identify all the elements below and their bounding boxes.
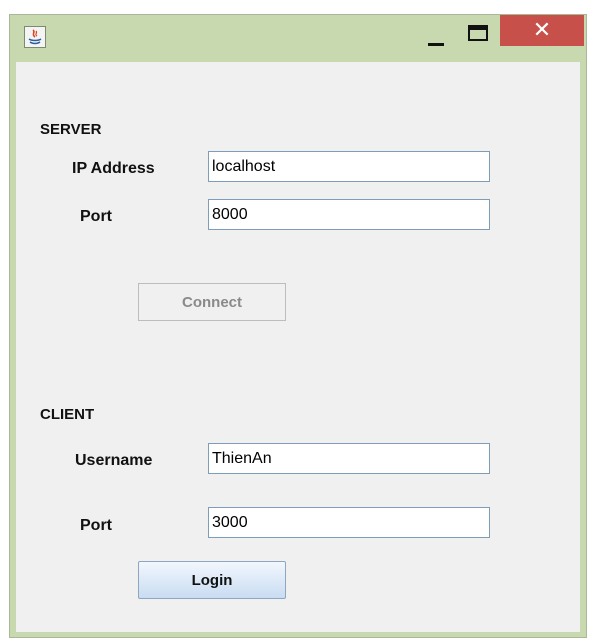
login-button[interactable]: Login: [138, 561, 286, 599]
client-area: SERVER IP Address Port Connect CLIENT Us…: [16, 62, 580, 632]
ip-address-input[interactable]: [208, 151, 490, 182]
connect-button[interactable]: Connect: [138, 283, 286, 321]
title-bar[interactable]: ✕: [10, 15, 586, 62]
client-section-title: CLIENT: [40, 406, 95, 423]
minimize-icon[interactable]: [418, 19, 454, 53]
close-icon[interactable]: ✕: [500, 15, 584, 46]
server-section-title: SERVER: [40, 121, 102, 138]
maximize-icon[interactable]: [460, 19, 496, 53]
java-icon[interactable]: [24, 26, 46, 48]
client-port-input[interactable]: [208, 507, 490, 538]
java-icon-glyph: [28, 29, 42, 45]
ip-address-label: IP Address: [72, 160, 155, 177]
client-port-label: Port: [80, 517, 112, 534]
server-port-input[interactable]: [208, 199, 490, 230]
username-label: Username: [75, 452, 153, 469]
server-port-label: Port: [80, 208, 112, 225]
username-input[interactable]: [208, 443, 490, 474]
app-window: ✕ SERVER IP Address Port Connect CLIENT …: [9, 14, 587, 638]
